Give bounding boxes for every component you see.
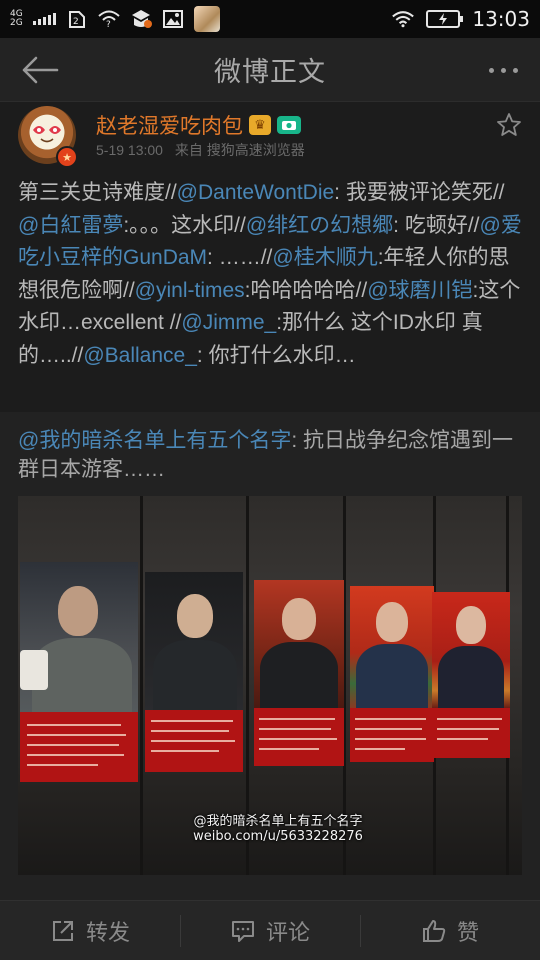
like-button[interactable]: 赞 <box>360 901 540 960</box>
network-type: 4G 2G <box>10 9 23 28</box>
app-avatar-icon <box>193 6 220 32</box>
back-arrow-icon[interactable] <box>18 52 62 88</box>
wifi-icon <box>392 8 415 30</box>
page-title: 微博正文 <box>214 57 326 87</box>
comment-button[interactable]: 评论 <box>180 901 360 960</box>
comment-label: 评论 <box>265 919 310 945</box>
repost-label: 转发 <box>85 919 130 945</box>
svg-text:2: 2 <box>73 17 79 27</box>
username[interactable]: 赵老湿爱吃肉包 <box>96 110 243 140</box>
user-mention[interactable]: @桂木顺九 <box>272 246 377 269</box>
user-mention[interactable]: @绯红の幻想郷 <box>246 214 393 237</box>
repost-author-mention[interactable]: @我的暗杀名单上有五个名字 <box>18 429 291 452</box>
image-icon <box>162 8 184 30</box>
weibo-post: ★ 赵老湿爱吃肉包 ♛ 5-19 13:00 来自 搜狗高速浏览器 第三关史诗难… <box>0 102 540 412</box>
post-meta: 5-19 13:00 来自 搜狗高速浏览器 <box>96 140 313 160</box>
crown-icon: ♛ <box>249 115 271 135</box>
camera-icon <box>277 116 301 134</box>
post-text-segment: : 我要被评论笑死// <box>334 181 505 204</box>
signal-bars-icon <box>32 13 56 25</box>
portrait-panel <box>145 572 243 772</box>
portrait-panel <box>350 586 434 762</box>
user-mention[interactable]: @Jimme_ <box>181 311 276 334</box>
user-mention[interactable]: @yinl-times <box>135 279 245 302</box>
action-bar: 转发 评论 赞 <box>0 900 540 960</box>
status-bar: 4G 2G 2 ? 13:03 <box>0 0 540 38</box>
portrait-panel <box>432 592 510 758</box>
post-text-segment: :。。。这水印// <box>123 213 246 237</box>
post-text: 第三关史诗难度//@DanteWontDie: 我要被评论笑死// @白紅雷夢:。… <box>18 177 523 372</box>
repost-card[interactable]: @我的暗杀名单上有五个名字: 抗日战争纪念馆遇到一群日本游客…… @我的暗杀名单… <box>0 412 540 900</box>
post-text-segment: :哈哈哈哈哈// <box>244 278 368 302</box>
repost-text: @我的暗杀名单上有五个名字: 抗日战争纪念馆遇到一群日本游客…… <box>18 426 523 484</box>
repost-button[interactable]: 转发 <box>0 901 180 960</box>
portrait-panel <box>254 580 344 766</box>
more-dots-icon[interactable] <box>489 58 518 82</box>
post-text-segment: 第三关史诗难度// <box>18 181 177 204</box>
photo-watermark: @我的暗杀名单上有五个名字 weibo.com/u/5633228276 <box>193 814 363 844</box>
status-clock: 13:03 <box>472 7 530 31</box>
post-text-segment: : 吃顿好// <box>393 213 480 237</box>
post-text-segment: : 你打什么水印… <box>196 343 356 367</box>
post-timestamp: 5-19 13:00 <box>96 142 163 158</box>
user-mention[interactable]: @Ballance_ <box>83 344 197 367</box>
notification-app-icon <box>130 8 152 30</box>
svg-text:?: ? <box>106 20 111 28</box>
verified-badge-icon: ★ <box>56 146 78 168</box>
user-mention[interactable]: @DanteWontDie <box>177 181 335 204</box>
portrait-panel <box>20 562 138 782</box>
comment-icon <box>231 920 254 942</box>
username-row: 赵老湿爱吃肉包 ♛ <box>96 110 301 140</box>
favorite-star-icon[interactable] <box>496 112 522 138</box>
post-source: 来自 搜狗高速浏览器 <box>174 142 305 158</box>
thumbs-up-icon <box>422 919 446 942</box>
title-bar: 微博正文 <box>0 38 540 102</box>
battery-charging-icon <box>426 10 464 28</box>
repost-photo[interactable]: @我的暗杀名单上有五个名字 weibo.com/u/5633228276 <box>18 496 522 875</box>
user-mention[interactable]: @白紅雷夢 <box>18 214 123 237</box>
like-label: 赞 <box>456 919 479 945</box>
user-mention[interactable]: @球磨川铠 <box>367 279 472 302</box>
post-text-segment: : ……// <box>207 246 273 269</box>
repost-icon <box>52 920 73 941</box>
sim-2-icon: 2 <box>66 8 88 30</box>
wifi-question-icon: ? <box>98 8 120 30</box>
